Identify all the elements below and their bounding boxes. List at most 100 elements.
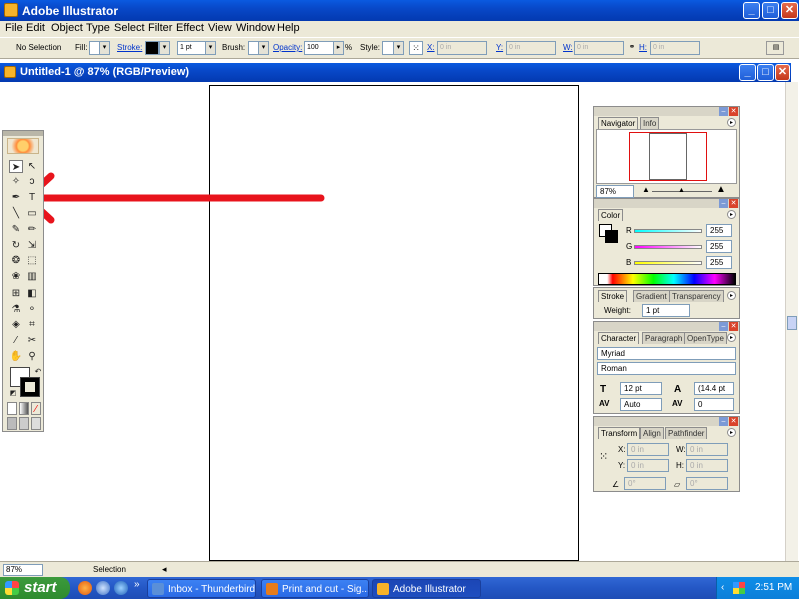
pen-tool-icon[interactable]: ✒: [9, 191, 23, 204]
blend-tool-icon[interactable]: ⚬: [25, 303, 39, 316]
palette-close-icon[interactable]: ✕: [729, 199, 738, 208]
font-size-field[interactable]: 12 pt: [620, 382, 662, 395]
palette-menu-icon[interactable]: ▸: [727, 118, 736, 127]
reference-point-icon[interactable]: ⁙: [409, 41, 423, 55]
stroke-color-swatch[interactable]: [20, 377, 40, 397]
navigator-zoom-field[interactable]: 87%: [596, 185, 634, 198]
palette-options-icon[interactable]: ▤: [766, 41, 784, 55]
tab-transparency[interactable]: Transparency: [669, 290, 724, 302]
swap-colors-icon[interactable]: ↶: [31, 365, 45, 378]
vertical-scrollbar[interactable]: [785, 82, 798, 561]
zoom-tool-icon[interactable]: ⚲: [25, 350, 39, 363]
live-paint-tool-icon[interactable]: ◈: [9, 318, 23, 331]
symbol-sprayer-tool-icon[interactable]: ❀: [9, 270, 23, 283]
graph-tool-icon[interactable]: ▥: [25, 270, 39, 283]
magic-wand-tool-icon[interactable]: ✧: [9, 175, 23, 188]
eyedropper-tool-icon[interactable]: ⚗: [9, 303, 23, 316]
screen-mode-standard-icon[interactable]: [7, 417, 17, 430]
type-tool-icon[interactable]: T: [25, 191, 39, 204]
zoom-in-icon[interactable]: ▲: [716, 184, 726, 195]
x-field[interactable]: 0 in: [437, 41, 487, 55]
zoom-slider-thumb[interactable]: ▲: [678, 187, 685, 194]
palette-close-icon[interactable]: ✕: [729, 322, 738, 331]
none-mode-icon[interactable]: ⁄: [31, 402, 41, 415]
menu-type[interactable]: Type: [86, 22, 110, 34]
screen-mode-full-icon[interactable]: [31, 417, 41, 430]
menu-file[interactable]: File: [5, 22, 23, 34]
warp-tool-icon[interactable]: ❂: [9, 254, 23, 267]
crop-tool-icon[interactable]: ⌗: [25, 318, 39, 331]
stroke-label[interactable]: Stroke:: [117, 43, 142, 52]
palette-close-icon[interactable]: ✕: [729, 417, 738, 426]
transform-x-field[interactable]: 0 in: [627, 443, 669, 456]
color-mode-icon[interactable]: [7, 402, 17, 415]
taskbar-item-thunderbird[interactable]: Inbox - Thunderbird: [147, 579, 256, 598]
stroke-weight-palette-field[interactable]: 1 pt: [642, 304, 690, 317]
opacity-label[interactable]: Opacity:: [273, 43, 302, 52]
transform-h-field[interactable]: 0 in: [686, 459, 728, 472]
h-field[interactable]: 0 in: [650, 41, 700, 55]
quicklaunch-more-icon[interactable]: »: [134, 579, 140, 590]
scroll-left-icon[interactable]: ◂: [162, 564, 167, 575]
menu-edit[interactable]: Edit: [26, 22, 45, 34]
stroke-swatch[interactable]: [145, 41, 159, 55]
taskbar-item-illustrator[interactable]: Adobe Illustrator: [372, 579, 481, 598]
g-slider[interactable]: [634, 245, 702, 249]
b-value-field[interactable]: 255: [706, 256, 732, 269]
font-style-select[interactable]: Roman: [597, 362, 736, 375]
gradient-tool-icon[interactable]: ◧: [25, 287, 39, 300]
artboard[interactable]: [209, 85, 579, 561]
zoom-out-icon[interactable]: ▲: [642, 185, 650, 194]
mesh-tool-icon[interactable]: ⊞: [9, 287, 23, 300]
tab-opentype[interactable]: OpenType: [684, 332, 727, 344]
palette-minimize-icon[interactable]: –: [719, 199, 728, 208]
kerning-field[interactable]: Auto: [620, 398, 662, 411]
hand-tool-icon[interactable]: ✋: [9, 350, 23, 363]
gradient-mode-icon[interactable]: [19, 402, 29, 415]
navigator-view-box[interactable]: [629, 132, 707, 181]
rotate-tool-icon[interactable]: ↻: [9, 239, 23, 252]
chevron-down-icon[interactable]: ▾: [205, 41, 216, 55]
tray-expand-icon[interactable]: ‹: [721, 582, 724, 593]
palette-grip[interactable]: [594, 322, 739, 331]
menu-filter[interactable]: Filter: [148, 22, 172, 34]
reference-point-icon[interactable]: ⁙: [599, 450, 613, 464]
selection-tool-icon[interactable]: ➤: [9, 160, 23, 173]
palette-menu-icon[interactable]: ▸: [727, 428, 736, 437]
scissors-tool-icon[interactable]: ✂: [25, 334, 39, 347]
rectangle-tool-icon[interactable]: ▭: [25, 207, 39, 220]
tab-navigator[interactable]: Navigator: [598, 117, 639, 129]
default-colors-icon[interactable]: ◩: [6, 387, 20, 400]
doc-minimize-button[interactable]: _: [739, 64, 756, 81]
tab-align[interactable]: Align: [640, 427, 664, 439]
chevron-down-icon[interactable]: ▾: [258, 41, 269, 55]
palette-menu-icon[interactable]: ▸: [727, 291, 736, 300]
rotate-field[interactable]: 0°: [624, 477, 666, 490]
palette-close-icon[interactable]: ✕: [729, 107, 738, 116]
browser-quicklaunch-icon[interactable]: [96, 581, 110, 595]
maximize-button[interactable]: □: [762, 2, 779, 19]
chevron-right-icon[interactable]: ▸: [333, 41, 344, 55]
palette-grip[interactable]: [594, 107, 739, 116]
pencil-tool-icon[interactable]: ✏: [25, 223, 39, 236]
scroll-thumb[interactable]: [787, 316, 797, 330]
palette-grip[interactable]: [594, 199, 739, 208]
menu-effect[interactable]: Effect: [176, 22, 204, 34]
tab-gradient[interactable]: Gradient: [633, 290, 670, 302]
line-tool-icon[interactable]: ╲: [9, 207, 23, 220]
r-value-field[interactable]: 255: [706, 224, 732, 237]
color-stroke-swatch[interactable]: [605, 230, 618, 243]
chevron-down-icon[interactable]: ▾: [99, 41, 110, 55]
free-transform-tool-icon[interactable]: ⬚: [25, 254, 39, 267]
opacity-field[interactable]: 100: [304, 41, 336, 55]
y-field[interactable]: 0 in: [506, 41, 556, 55]
close-button[interactable]: ✕: [781, 2, 798, 19]
transform-w-field[interactable]: 0 in: [686, 443, 728, 456]
start-button[interactable]: start: [0, 577, 70, 599]
slice-tool-icon[interactable]: ⁄: [9, 334, 23, 347]
menu-view[interactable]: View: [208, 22, 232, 34]
b-slider[interactable]: [634, 261, 702, 265]
tab-info[interactable]: Info: [640, 117, 660, 129]
palette-minimize-icon[interactable]: –: [719, 417, 728, 426]
paintbrush-tool-icon[interactable]: ✎: [9, 223, 23, 236]
